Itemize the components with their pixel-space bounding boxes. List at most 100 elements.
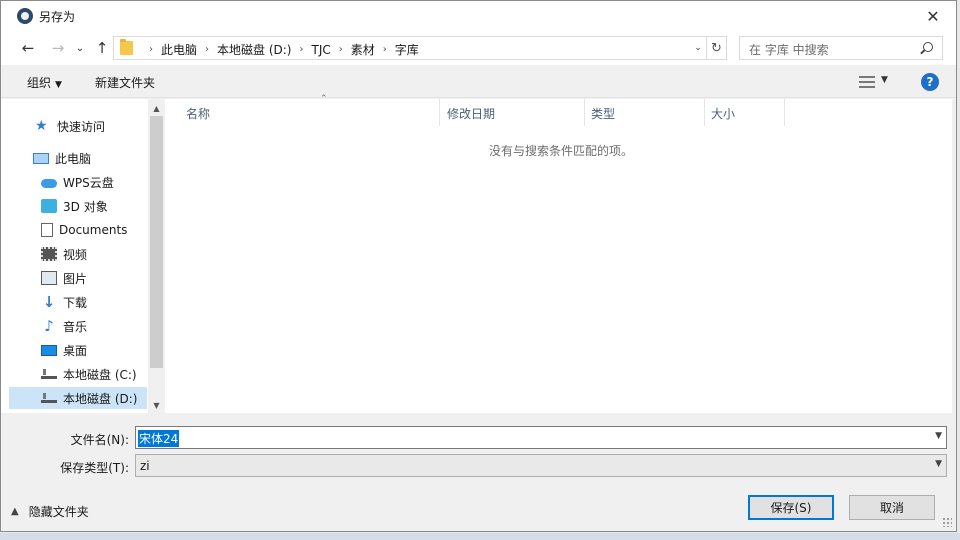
- address-bar[interactable]: › 此电脑 › 本地磁盘 (D:) › TJC › 素材 › 字库 ⌄: [113, 36, 707, 60]
- hide-folders-label: 隐藏文件夹: [28, 505, 89, 519]
- scroll-down-icon[interactable]: ▼: [148, 397, 165, 413]
- file-list[interactable]: 名称 ⌃ 修改日期 类型 大小 没有与搜索条件匹配的项。: [165, 94, 952, 413]
- search-input[interactable]: 在 字库 中搜索: [739, 36, 943, 60]
- sidebar-item-label: 此电脑: [55, 151, 92, 166]
- sidebar-item-pictures[interactable]: 图片: [41, 267, 87, 289]
- sidebar-item-videos[interactable]: 视频: [41, 243, 87, 265]
- navigation-scrollbar[interactable]: ▲ ▼: [148, 99, 165, 413]
- recent-locations-button[interactable]: ⌄: [69, 37, 91, 59]
- sidebar-item-label: 视频: [63, 247, 88, 262]
- sidebar-item-3d-objects[interactable]: 3D 对象: [41, 195, 108, 217]
- sidebar-item-label: 本地磁盘 (D:): [63, 391, 138, 406]
- sidebar-item-label: 本地磁盘 (C:): [63, 367, 137, 382]
- computer-icon: [33, 152, 49, 164]
- window-title: 另存为: [39, 10, 76, 24]
- column-header-size[interactable]: 大小: [705, 99, 785, 126]
- app-icon: [17, 8, 33, 24]
- document-icon: [41, 223, 53, 237]
- breadcrumb-separator[interactable]: ›: [299, 44, 303, 55]
- cancel-button[interactable]: 取消: [849, 495, 935, 520]
- desktop-icon: [41, 344, 57, 356]
- sidebar-item-music[interactable]: ♪ 音乐: [41, 315, 87, 337]
- back-button[interactable]: ←: [17, 37, 39, 59]
- search-placeholder: 在 字库 中搜索: [749, 43, 829, 57]
- breadcrumb-sucai[interactable]: 素材: [351, 41, 375, 58]
- chevron-down-icon[interactable]: ▼: [935, 431, 942, 441]
- sidebar-item-downloads[interactable]: ↓ 下载: [41, 291, 87, 313]
- filename-field[interactable]: 宋体24 ▼: [135, 426, 947, 449]
- sidebar-item-quick-access[interactable]: ★ 快速访问: [35, 115, 105, 137]
- sidebar-item-label: Documents: [59, 223, 128, 237]
- search-icon[interactable]: [923, 42, 933, 52]
- address-dropdown-icon[interactable]: ⌄: [690, 37, 706, 59]
- breadcrumb-this-pc[interactable]: 此电脑: [161, 41, 197, 58]
- breadcrumb-tjc[interactable]: TJC: [311, 43, 330, 57]
- folder-icon: [120, 39, 133, 55]
- background-window-strip: [0, 533, 960, 540]
- picture-icon: [41, 271, 57, 285]
- new-folder-button[interactable]: 新建文件夹: [95, 74, 155, 91]
- refresh-button[interactable]: ↻: [707, 36, 727, 60]
- sidebar-item-label: 音乐: [63, 319, 88, 334]
- video-icon: [41, 247, 57, 261]
- breadcrumb-separator[interactable]: ›: [205, 44, 209, 55]
- empty-message: 没有与搜索条件匹配的项。: [489, 144, 634, 158]
- chevron-down-icon: ▼: [55, 80, 62, 90]
- sidebar-item-drive-c[interactable]: 本地磁盘 (C:): [41, 363, 137, 385]
- filename-value: 宋体24: [138, 430, 180, 447]
- column-header-name[interactable]: 名称 ⌃: [180, 94, 440, 126]
- breadcrumb-separator[interactable]: ›: [149, 44, 153, 55]
- filename-label: 文件名(N):: [70, 433, 129, 447]
- view-dropdown-icon[interactable]: ▼: [881, 75, 888, 85]
- save-as-dialog: 另存为 ✕ ← → ⌄ ↑ › 此电脑 › 本地磁盘 (D:) › TJC › …: [0, 0, 957, 532]
- close-button[interactable]: ✕: [910, 1, 956, 31]
- sidebar-item-label: WPS云盘: [63, 175, 114, 190]
- filetype-select[interactable]: zi ▼: [135, 454, 947, 477]
- sidebar-item-drive-d[interactable]: 本地磁盘 (D:): [9, 387, 147, 409]
- breadcrumb-separator[interactable]: ›: [339, 44, 343, 55]
- drive-icon: [41, 369, 57, 379]
- filetype-label: 保存类型(T):: [60, 461, 129, 475]
- navigation-pane: ★ 快速访问 此电脑 WPS云盘 3D 对象 Documents 视频 图片 ↓: [1, 99, 165, 413]
- sidebar-item-label: 桌面: [63, 343, 88, 358]
- scroll-up-icon[interactable]: ▲: [148, 100, 165, 116]
- organize-label: 组织: [27, 76, 52, 90]
- cloud-icon: [41, 179, 57, 188]
- sort-ascending-icon: ⌃: [320, 94, 328, 104]
- column-header-type[interactable]: 类型: [585, 99, 705, 126]
- sidebar-item-label: 3D 对象: [63, 199, 108, 214]
- breadcrumb-separator[interactable]: ›: [383, 44, 387, 55]
- chevron-up-icon: ▲: [11, 506, 19, 517]
- sidebar-item-wps-cloud[interactable]: WPS云盘: [41, 171, 114, 193]
- forward-button[interactable]: →: [47, 37, 69, 59]
- command-toolbar: 组织 ▼ 新建文件夹 ▼ ?: [1, 65, 956, 98]
- sidebar-item-desktop[interactable]: 桌面: [41, 339, 87, 361]
- hide-folders-toggle[interactable]: ▲ 隐藏文件夹: [11, 503, 89, 520]
- title-bar: 另存为 ✕: [1, 1, 956, 31]
- view-details-icon[interactable]: [859, 76, 875, 88]
- save-button[interactable]: 保存(S): [748, 495, 834, 520]
- chevron-down-icon[interactable]: ▼: [935, 459, 942, 469]
- cube-icon: [41, 199, 57, 213]
- filetype-value: zi: [140, 459, 150, 473]
- breadcrumb-ziku[interactable]: 字库: [395, 41, 419, 58]
- up-button[interactable]: ↑: [91, 37, 113, 59]
- sidebar-item-this-pc[interactable]: 此电脑: [33, 147, 91, 169]
- breadcrumb-drive-d[interactable]: 本地磁盘 (D:): [217, 41, 291, 58]
- scrollbar-thumb[interactable]: [150, 116, 163, 368]
- sidebar-item-label: 下载: [63, 295, 88, 310]
- sidebar-item-label: 图片: [63, 271, 88, 286]
- sidebar-item-documents[interactable]: Documents: [41, 219, 127, 241]
- column-header-label: 名称: [186, 107, 211, 121]
- column-header-date[interactable]: 修改日期: [441, 99, 585, 126]
- breadcrumb: › 此电脑 › 本地磁盘 (D:) › TJC › 素材 › 字库: [141, 41, 419, 58]
- organize-button[interactable]: 组织 ▼: [27, 74, 62, 91]
- music-icon: ♪: [44, 317, 54, 335]
- resize-grip-icon[interactable]: [942, 517, 952, 527]
- star-icon: ★: [35, 118, 48, 134]
- help-icon[interactable]: ?: [921, 73, 939, 91]
- address-row: ← → ⌄ ↑ › 此电脑 › 本地磁盘 (D:) › TJC › 素材 › 字…: [1, 31, 956, 65]
- drive-icon: [41, 393, 57, 403]
- sidebar-item-label: 快速访问: [57, 119, 106, 134]
- download-icon: ↓: [42, 293, 56, 311]
